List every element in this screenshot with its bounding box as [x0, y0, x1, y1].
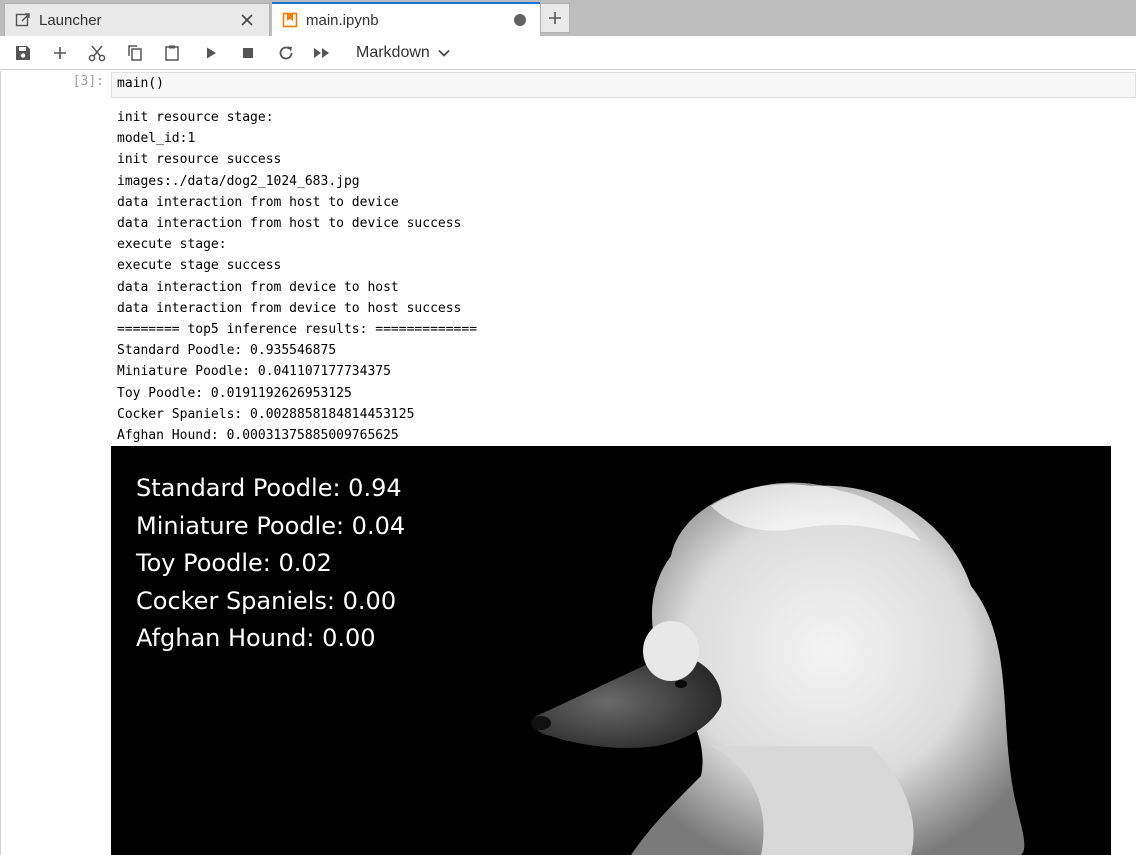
new-tab-button[interactable] — [540, 3, 570, 33]
restart-icon — [279, 46, 293, 60]
cut-button[interactable] — [84, 40, 110, 66]
cell-type-dropdown[interactable]: Markdown — [350, 41, 456, 65]
execution-count: [3]: — [72, 74, 104, 89]
copy-icon — [128, 45, 142, 61]
plus-icon — [549, 12, 561, 24]
restart-button[interactable] — [273, 40, 299, 66]
paste-icon — [165, 45, 179, 61]
paste-button[interactable] — [159, 40, 185, 66]
run-all-icon — [314, 48, 329, 58]
save-button[interactable] — [10, 40, 36, 66]
tab-label: main.ipynb — [306, 11, 379, 29]
stop-icon — [243, 48, 253, 58]
notebook-left-border — [0, 71, 1, 855]
output-line: init resource success — [117, 152, 282, 168]
run-icon — [207, 47, 216, 59]
output-line: Standard Poodle: 0.935546875 — [117, 343, 337, 359]
output-line: Cocker Spaniels: 0.0028858184814453125 — [117, 406, 415, 422]
stop-button[interactable] — [235, 40, 261, 66]
image-label: Miniature Poodle: 0.04 — [136, 511, 406, 540]
output-image: Standard Poodle: 0.94 Miniature Poodle: … — [111, 446, 1111, 855]
cut-icon — [88, 45, 106, 62]
output-line: model_id:1 — [117, 131, 196, 147]
chevron-down-icon — [438, 49, 450, 57]
output-line: data interaction from device to host suc… — [117, 300, 462, 316]
notebook-icon — [282, 12, 298, 28]
output-line: images:./data/dog2_1024_683.jpg — [117, 173, 360, 189]
close-icon[interactable] — [237, 10, 257, 30]
output-line: execute stage success — [117, 258, 282, 274]
output-line: data interaction from host to device — [117, 194, 399, 210]
add-cell-icon — [54, 47, 66, 59]
image-label: Cocker Spaniels: 0.00 — [136, 586, 397, 615]
run-button[interactable] — [198, 40, 224, 66]
output-line: Miniature Poodle: 0.041107177734375 — [117, 364, 391, 380]
cell-type-label: Markdown — [356, 44, 430, 61]
tab-launcher[interactable]: Launcher — [4, 3, 270, 36]
output-line: data interaction from device to host — [117, 279, 399, 295]
output-line: execute stage: — [117, 237, 227, 253]
code-cell-input[interactable]: main() — [111, 72, 1136, 98]
save-icon — [16, 46, 30, 60]
tab-label: Launcher — [39, 11, 102, 29]
run-all-button[interactable] — [309, 40, 335, 66]
image-label: Standard Poodle: 0.94 — [136, 474, 402, 502]
notebook-toolbar: Markdown — [0, 36, 1136, 70]
output-line: ======== top5 inference results: =======… — [117, 322, 478, 338]
cell-output-text: init resource stage: model_id:1 init res… — [117, 107, 477, 446]
image-label: Toy Poodle: 0.02 — [136, 549, 332, 577]
code-text: main() — [117, 76, 164, 91]
tab-main-notebook[interactable]: main.ipynb — [272, 2, 540, 36]
add-cell-button[interactable] — [47, 40, 73, 66]
unsaved-indicator-icon[interactable] — [514, 14, 526, 26]
image-label: Afghan Hound: 0.00 — [136, 624, 376, 652]
output-line: Toy Poodle: 0.0191192626953125 — [117, 385, 352, 401]
output-line: init resource stage: — [117, 110, 274, 125]
copy-button[interactable] — [122, 40, 148, 66]
output-line: Afghan Hound: 0.00031375885009765625 — [117, 428, 399, 444]
image-label-overlay: Standard Poodle: 0.94 Miniature Poodle: … — [136, 470, 405, 658]
launcher-icon — [15, 12, 31, 28]
tab-bar: Launcher main.ipynb — [0, 0, 1136, 36]
output-line: data interaction from host to device suc… — [117, 216, 462, 232]
